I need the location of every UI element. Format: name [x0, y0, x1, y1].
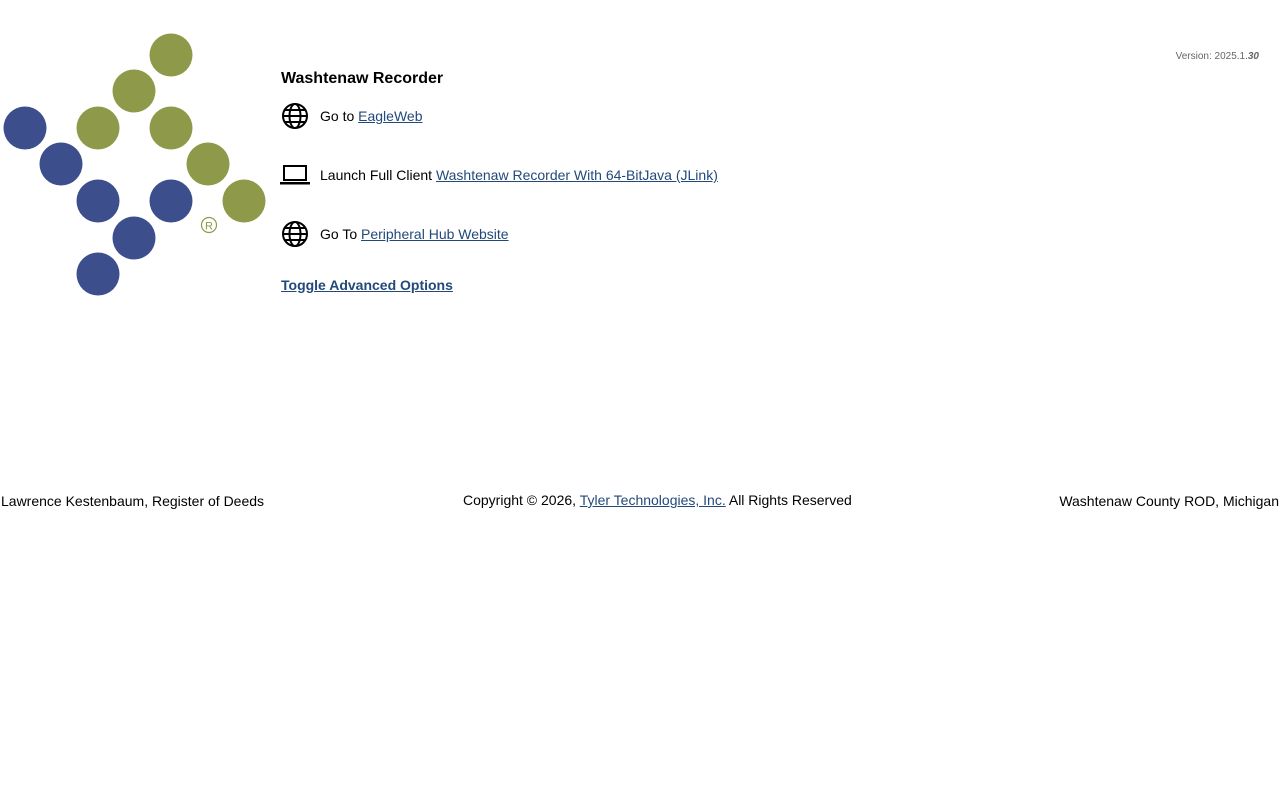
- footer-county: Washtenaw County ROD, Michigan: [1059, 493, 1279, 509]
- eagleweb-link[interactable]: EagleWeb: [358, 108, 422, 124]
- logo-dot: [3, 106, 47, 150]
- footer-register-name: Lawrence Kestenbaum, Register of Deeds: [1, 493, 265, 509]
- full-client-link[interactable]: Washtenaw Recorder With 64-BitJava (JLin…: [436, 167, 718, 183]
- version-label: Version: 2025.1.30: [1175, 51, 1259, 62]
- option-peripheral-hub: Go To Peripheral Hub Website: [280, 219, 509, 249]
- option-full-client-prefix: Launch Full Client: [320, 167, 436, 183]
- option-eagleweb-prefix: Go to: [320, 108, 359, 124]
- peripheral-hub-link[interactable]: Peripheral Hub Website: [361, 226, 509, 242]
- logo-dot: [186, 142, 230, 186]
- page-title: Washtenaw Recorder: [281, 70, 444, 87]
- page: R Version: 2025.1.30 Washtenaw Recorder …: [0, 0, 1280, 800]
- option-eagleweb: Go to EagleWeb: [280, 101, 422, 131]
- logo-dot: [222, 179, 266, 223]
- toggle-advanced-options-link[interactable]: Toggle Advanced Options: [281, 277, 453, 293]
- option-full-client: Launch Full Client Washtenaw Recorder Wi…: [280, 160, 718, 190]
- laptop-icon: [280, 160, 310, 190]
- option-peripheral-hub-prefix: Go To: [320, 226, 361, 242]
- logo-dot: [76, 252, 120, 296]
- tyler-technologies-link[interactable]: Tyler Technologies, Inc.: [580, 492, 726, 508]
- globe-icon: [280, 101, 310, 131]
- logo-dot: [149, 106, 193, 150]
- tyler-logo: R: [3, 33, 266, 296]
- globe-icon: [280, 219, 310, 249]
- footer-copyright: Copyright © 2026, Tyler Technologies, In…: [463, 492, 852, 508]
- logo-dot: [149, 179, 193, 223]
- logo-dot: [76, 106, 120, 150]
- svg-text:R: R: [205, 221, 213, 233]
- logo-dot: [39, 142, 83, 186]
- logo-dot: [149, 33, 193, 77]
- logo-dot: [112, 216, 156, 260]
- logo-dot: [112, 69, 156, 113]
- logo-dot: [76, 179, 120, 223]
